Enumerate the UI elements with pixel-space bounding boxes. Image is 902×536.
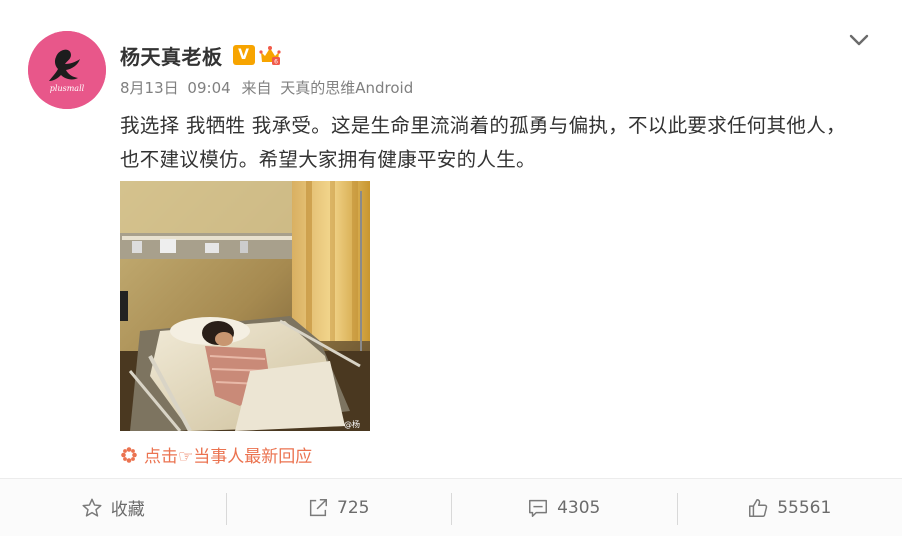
post-image[interactable]: @杨 [120,181,370,431]
from-label: 来自 [241,79,272,97]
repost-count: 725 [337,497,370,518]
svg-text:6: 6 [274,59,278,66]
latest-reply-link[interactable]: 点击☞当事人最新回应 [120,442,312,467]
like-button[interactable]: 55561 [676,479,902,536]
star-icon [82,498,102,517]
comment-button[interactable]: 4305 [451,479,677,536]
post-source[interactable]: 天真的思维Android [280,77,413,98]
hospital-bed-photo: @杨 [120,181,370,431]
author-row: 杨天真老板 V 6 [120,40,282,70]
repost-button[interactable]: 725 [225,479,452,536]
comment-count: 4305 [557,497,601,518]
favorite-button[interactable]: 收藏 [0,479,226,536]
flower-icon [121,446,137,463]
avatar-brand-text: plusmall [50,84,85,93]
comment-icon [529,499,548,517]
favorite-label: 收藏 [110,500,145,520]
image-watermark: @杨 [344,419,360,429]
weibo-post-card: plusmall 杨天真老板 V 6 8月13日 09:04 来自 天真的思维A… [0,0,902,536]
post-meta: 8月13日 09:04 来自 天真的思维Android [120,77,413,98]
avatar[interactable]: plusmall [28,31,106,109]
latest-reply-text[interactable]: 点击☞当事人最新回应 [144,442,312,467]
thumbs-up-icon [749,498,768,517]
post-date[interactable]: 8月13日 [120,77,179,98]
crown-member-icon[interactable]: 6 [258,44,282,66]
chevron-down-icon[interactable] [847,30,871,50]
post-time[interactable]: 09:04 [187,79,230,97]
like-count: 55561 [777,497,832,518]
avatar-logo: plusmall [28,31,106,109]
action-bar: 收藏 725 4305 55561 [0,478,902,536]
share-icon [309,498,327,516]
post-text: 我选择 我牺牲 我承受。这是生命里流淌着的孤勇与偏执，不以此要求任何其他人，也不… [120,114,846,171]
author-name[interactable]: 杨天真老板 [120,41,223,70]
verified-badge[interactable]: V [232,45,255,65]
